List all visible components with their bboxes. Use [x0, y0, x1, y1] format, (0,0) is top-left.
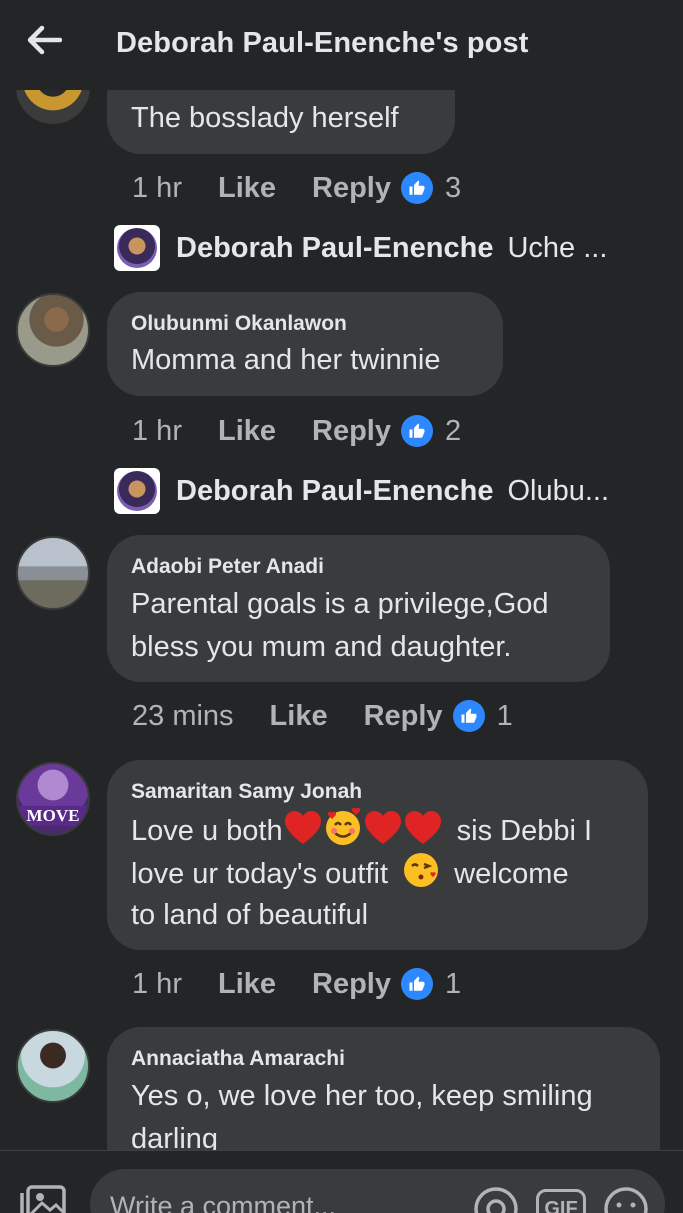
comment-text: sis Debbi I — [456, 815, 593, 847]
comment-text: to land of beautiful — [131, 899, 369, 931]
reaction-count: 3 — [445, 171, 462, 204]
comment-actions: 1 hr Like Reply 1 — [132, 964, 461, 1004]
commenter-name[interactable]: Adaobi Peter Anadi — [131, 555, 324, 579]
reply-preview[interactable]: Deborah Paul-Enenche Uche ... — [114, 224, 607, 272]
commenter-avatar[interactable]: MOVE — [16, 762, 90, 836]
thumbs-up-icon — [401, 172, 433, 204]
comment-list: The bosslady herself 1 hr Like Reply 3 D… — [0, 0, 683, 1150]
comment-text: welcome — [454, 858, 569, 890]
comment-actions: 1 hr Like Reply 3 — [132, 168, 461, 208]
comment-input[interactable]: Write a comment... GIF — [90, 1169, 665, 1213]
like-button[interactable]: Like — [218, 968, 276, 1001]
comment-composer: Write a comment... GIF — [0, 1150, 683, 1213]
reply-button[interactable]: Reply — [364, 700, 443, 733]
reply-snippet: Uche ... — [507, 231, 608, 264]
reply-button[interactable]: Reply — [312, 172, 391, 205]
comment-time: 1 hr — [132, 171, 182, 204]
comment-actions: 1 hr Like Reply 2 — [132, 411, 461, 451]
face-blowing-kiss-icon — [402, 851, 440, 902]
commenter-name[interactable]: Samaritan Samy Jonah — [131, 780, 362, 804]
reaction-count: 1 — [445, 967, 462, 1000]
comment-bubble[interactable]: Adaobi Peter Anadi Parental goals is a p… — [107, 535, 610, 682]
post-header: Deborah Paul-Enenche's post — [0, 0, 683, 90]
reply-snippet: Olubu... — [507, 474, 610, 507]
commenter-avatar[interactable] — [16, 536, 90, 610]
back-arrow-icon[interactable] — [22, 22, 66, 58]
comment-time: 23 mins — [132, 699, 234, 732]
commenter-avatar[interactable] — [16, 293, 90, 367]
comment-text: bless you mum and daughter. — [131, 631, 512, 663]
reply-button[interactable]: Reply — [312, 415, 391, 448]
comment-actions: 23 mins Like Reply 1 — [132, 696, 513, 736]
comment-text: darling — [131, 1123, 219, 1150]
comment-bubble[interactable]: Annaciatha Amarachi Yes o, we love her t… — [107, 1027, 660, 1150]
comment-bubble[interactable]: Olubunmi Okanlawon Momma and her twinnie — [107, 292, 503, 396]
comment-placeholder: Write a comment... — [110, 1191, 337, 1213]
like-button[interactable]: Like — [218, 415, 276, 448]
gif-label: GIF — [544, 1197, 578, 1213]
reply-author-avatar — [114, 225, 160, 271]
reply-preview[interactable]: Deborah Paul-Enenche Olubu... — [114, 467, 609, 515]
comment-text: love ur today's outfit — [131, 858, 389, 890]
commenter-name[interactable]: Olubunmi Okanlawon — [131, 312, 347, 336]
commenter-name[interactable]: Annaciatha Amarachi — [131, 1047, 345, 1071]
mention-icon[interactable] — [472, 1185, 520, 1213]
reaction-count: 1 — [496, 699, 513, 732]
like-button[interactable]: Like — [218, 172, 276, 205]
reply-author-avatar — [114, 468, 160, 514]
comment-time: 1 hr — [132, 967, 182, 1000]
reaction-count: 2 — [445, 414, 462, 447]
gif-icon[interactable]: GIF — [536, 1189, 586, 1213]
page-title: Deborah Paul-Enenche's post — [116, 27, 529, 59]
reply-button[interactable]: Reply — [312, 968, 391, 1001]
commenter-avatar[interactable] — [16, 1029, 90, 1103]
comment-text: Love u both — [131, 815, 283, 847]
comment-time: 1 hr — [132, 414, 182, 447]
thumbs-up-icon — [452, 700, 485, 732]
emoji-icon[interactable] — [602, 1185, 650, 1213]
thumbs-up-icon — [401, 968, 433, 1000]
comment-text: Momma and her twinnie — [131, 344, 441, 376]
photo-icon[interactable] — [20, 1183, 70, 1213]
comment-text: Yes o, we love her too, keep smiling — [131, 1080, 593, 1112]
comment-bubble[interactable]: Samaritan Samy Jonah Love u both sis Deb… — [107, 760, 648, 950]
thumbs-up-icon — [401, 415, 433, 447]
avatar-logo-text: MOVE — [18, 806, 88, 826]
reply-author-name: Deborah Paul-Enenche — [176, 474, 494, 507]
reply-author-name: Deborah Paul-Enenche — [176, 231, 494, 264]
comment-text: The bosslady herself — [131, 102, 399, 134]
like-button[interactable]: Like — [270, 700, 328, 733]
comment-text: Parental goals is a privilege,God — [131, 588, 549, 620]
